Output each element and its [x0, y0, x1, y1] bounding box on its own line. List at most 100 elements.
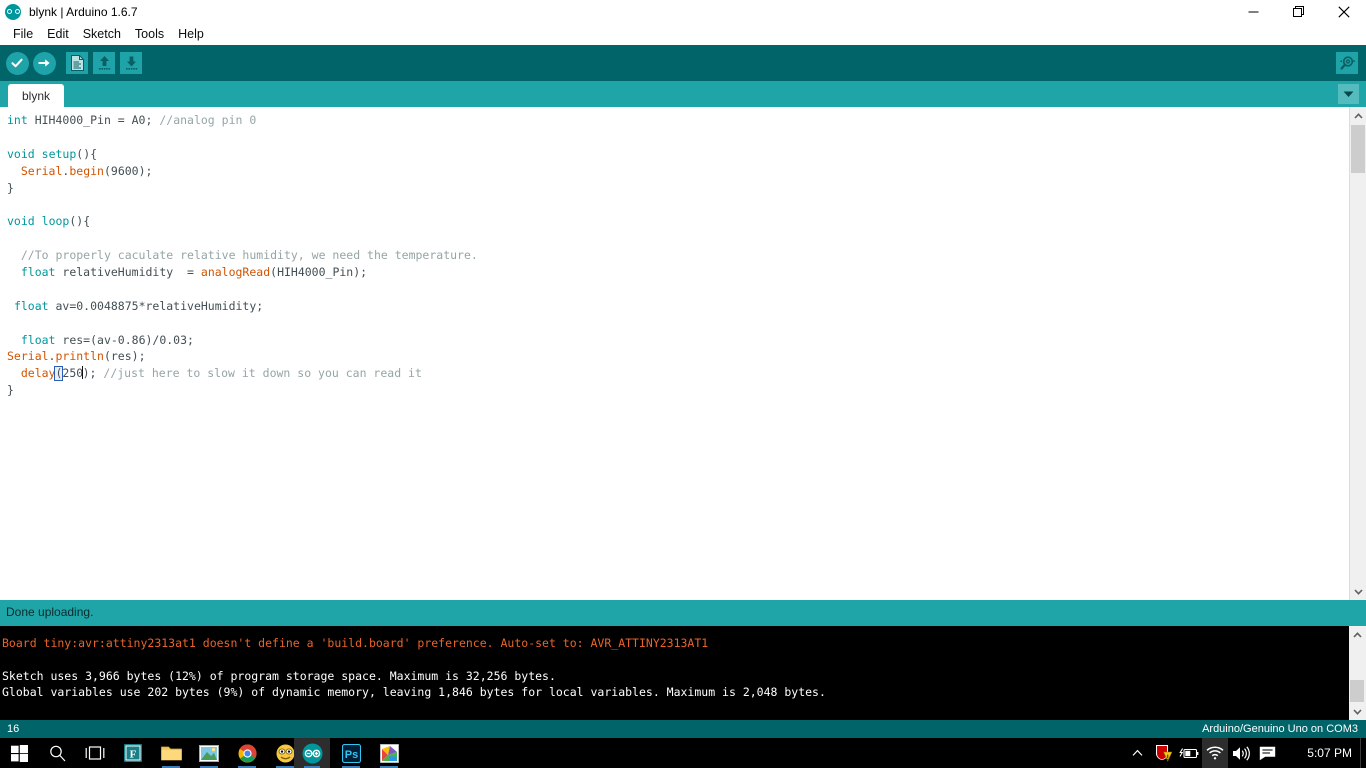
scroll-up-button[interactable] [1350, 107, 1366, 124]
code-line [7, 281, 478, 298]
console-output[interactable]: s clipped upper line obscuredBoard tiny:… [0, 626, 1366, 720]
console-line [2, 651, 826, 668]
task-view-button[interactable] [76, 738, 114, 768]
paint-icon [380, 744, 399, 763]
taskbar-file-explorer[interactable] [152, 738, 190, 768]
code-line [7, 315, 478, 332]
code-line: Serial.println(res); [7, 348, 478, 365]
photoshop-icon: Ps [342, 744, 361, 763]
code-line [7, 129, 478, 146]
code-line: int HIH4000_Pin = A0; //analog pin 0 [7, 112, 478, 129]
folder-icon [161, 744, 182, 762]
title-bar: blynk | Arduino 1.6.7 [0, 0, 1366, 23]
battery-charging-icon [1179, 747, 1199, 760]
code-line: float av=0.0048875*relativeHumidity; [7, 298, 478, 315]
smiley-icon [276, 744, 295, 763]
start-button[interactable] [0, 738, 38, 768]
tab-label: blynk [22, 89, 50, 103]
tab-blynk[interactable]: blynk [8, 84, 64, 107]
menu-bar: File Edit Sketch Tools Help [0, 23, 1366, 45]
chrome-icon [238, 744, 257, 763]
search-button[interactable] [38, 738, 76, 768]
tray-antivirus[interactable] [1150, 738, 1176, 768]
console-text: s clipped upper line obscuredBoard tiny:… [2, 626, 826, 701]
close-button[interactable] [1321, 0, 1366, 23]
task-view-icon [85, 746, 105, 760]
tray-volume[interactable] [1228, 738, 1254, 768]
console-scrollbar[interactable] [1349, 626, 1366, 720]
editor-scroll-thumb[interactable] [1351, 125, 1365, 173]
new-file-icon [66, 52, 88, 74]
console-line: Global variables use 202 bytes (9%) of d… [2, 684, 826, 701]
taskbar-arduino[interactable] [294, 738, 330, 768]
status-message-text: Done uploading. [6, 605, 93, 619]
arduino-logo-icon [5, 4, 21, 20]
console-scroll-down-button[interactable] [1349, 703, 1365, 720]
foxit-icon: F [124, 744, 142, 762]
notification-icon [1259, 746, 1276, 761]
code-line: void setup(){ [7, 146, 478, 163]
status-message-bar: Done uploading. [0, 600, 1366, 626]
minimize-button[interactable] [1231, 0, 1276, 23]
menu-edit[interactable]: Edit [40, 25, 76, 43]
chevron-up-icon [1132, 749, 1143, 757]
new-sketch-button[interactable] [65, 51, 89, 75]
console-line: Board tiny:avr:attiny2313at1 doesn't def… [2, 635, 826, 652]
code-editor[interactable]: int HIH4000_Pin = A0; //analog pin 0 voi… [0, 107, 1366, 600]
photos-icon [199, 745, 219, 762]
svg-text:F: F [130, 749, 137, 761]
taskbar-photoshop[interactable]: Ps [332, 738, 370, 768]
taskbar-foxit-reader[interactable]: F [114, 738, 152, 768]
arduino-logo-icon [302, 743, 323, 764]
toolbar [0, 45, 1366, 81]
verify-button[interactable] [5, 51, 29, 75]
tray-network[interactable] [1202, 738, 1228, 768]
menu-sketch[interactable]: Sketch [76, 25, 128, 43]
maximize-button[interactable] [1276, 0, 1321, 23]
wifi-icon [1206, 746, 1224, 760]
save-sketch-button[interactable] [119, 51, 143, 75]
code-line: } [7, 180, 478, 197]
upload-button[interactable] [32, 51, 56, 75]
magnifier-icon [1336, 52, 1358, 74]
code-line [7, 196, 478, 213]
board-port-indicator: Arduino/Genuino Uno on COM3 [1202, 723, 1358, 735]
speaker-icon [1232, 746, 1250, 761]
code-line: Serial.begin(9600); [7, 163, 478, 180]
taskbar-paint3d[interactable] [370, 738, 408, 768]
taskbar-photos[interactable] [190, 738, 228, 768]
editor-scrollbar[interactable] [1349, 107, 1366, 600]
status-bar: 16 Arduino/Genuino Uno on COM3 [0, 720, 1366, 738]
window-title: blynk | Arduino 1.6.7 [29, 5, 138, 19]
system-tray [1124, 738, 1280, 768]
code-line: float relativeHumidity = analogRead(HIH4… [7, 264, 478, 281]
menu-tools[interactable]: Tools [128, 25, 171, 43]
serial-monitor-button[interactable] [1335, 51, 1359, 75]
code-line: } [7, 382, 478, 399]
tray-show-hidden-icons[interactable] [1124, 738, 1150, 768]
search-icon [49, 745, 66, 762]
open-sketch-button[interactable] [92, 51, 116, 75]
tab-menu-button[interactable] [1338, 84, 1359, 104]
tray-battery[interactable] [1176, 738, 1202, 768]
taskbar-clock[interactable]: 5:07 PM [1307, 738, 1352, 768]
svg-text:Ps: Ps [344, 749, 357, 761]
scroll-down-button[interactable] [1350, 583, 1366, 600]
menu-help[interactable]: Help [171, 25, 211, 43]
kaspersky-warning-icon [1154, 744, 1172, 762]
console-scroll-up-button[interactable] [1349, 626, 1365, 643]
check-icon [6, 52, 29, 75]
arrow-down-icon [120, 52, 142, 74]
taskbar-chrome[interactable] [228, 738, 266, 768]
menu-file[interactable]: File [6, 25, 40, 43]
tray-action-center[interactable] [1254, 738, 1280, 768]
line-number-indicator: 16 [7, 723, 19, 735]
console-scroll-thumb[interactable] [1350, 680, 1364, 702]
code-text: int HIH4000_Pin = A0; //analog pin 0 voi… [7, 112, 478, 399]
chevron-down-icon [1343, 90, 1354, 98]
show-desktop-button[interactable] [1360, 738, 1366, 768]
windows-start-icon [11, 745, 28, 762]
tab-strip: blynk [0, 81, 1366, 107]
code-line [7, 230, 478, 247]
code-line: //To properly caculate relative humidity… [7, 247, 478, 264]
